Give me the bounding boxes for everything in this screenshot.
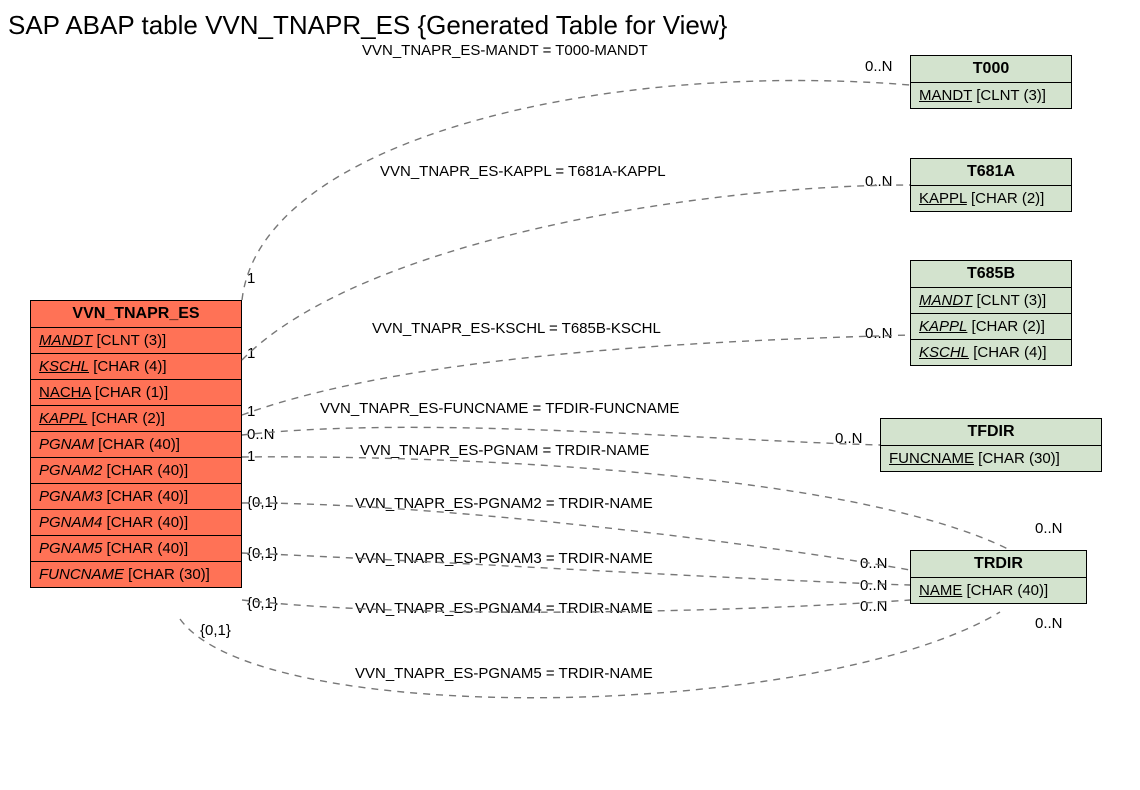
- entity-t685b: T685B MANDT [CLNT (3)]KAPPL [CHAR (2)]KS…: [910, 260, 1072, 366]
- entity-field: KAPPL [CHAR (2)]: [911, 314, 1071, 340]
- cardinality: {0,1}: [247, 494, 278, 511]
- entity-field: PGNAM4 [CHAR (40)]: [31, 510, 241, 536]
- cardinality: {0,1}: [247, 545, 278, 562]
- rel-label: VVN_TNAPR_ES-PGNAM2 = TRDIR-NAME: [355, 495, 653, 512]
- entity-tfdir: TFDIR FUNCNAME [CHAR (30)]: [880, 418, 1102, 472]
- entity-field: NACHA [CHAR (1)]: [31, 380, 241, 406]
- entity-t681a: T681A KAPPL [CHAR (2)]: [910, 158, 1072, 212]
- rel-label: VVN_TNAPR_ES-KSCHL = T685B-KSCHL: [372, 320, 661, 337]
- cardinality: 0..N: [865, 325, 893, 342]
- entity-field: NAME [CHAR (40)]: [911, 578, 1086, 603]
- entity-field: MANDT [CLNT (3)]: [911, 288, 1071, 314]
- cardinality: {0,1}: [200, 622, 231, 639]
- rel-label: VVN_TNAPR_ES-PGNAM4 = TRDIR-NAME: [355, 600, 653, 617]
- entity-field: FUNCNAME [CHAR (30)]: [31, 562, 241, 587]
- entity-field: FUNCNAME [CHAR (30)]: [881, 446, 1101, 471]
- entity-field: MANDT [CLNT (3)]: [911, 83, 1071, 108]
- entity-field: KAPPL [CHAR (2)]: [31, 406, 241, 432]
- cardinality: 1: [247, 345, 255, 362]
- entity-field: PGNAM3 [CHAR (40)]: [31, 484, 241, 510]
- page-title: SAP ABAP table VVN_TNAPR_ES {Generated T…: [8, 10, 727, 41]
- cardinality: 0..N: [1035, 520, 1063, 537]
- cardinality: 1: [247, 403, 255, 420]
- rel-label: VVN_TNAPR_ES-KAPPL = T681A-KAPPL: [380, 163, 666, 180]
- entity-field: PGNAM [CHAR (40)]: [31, 432, 241, 458]
- entity-field: KSCHL [CHAR (4)]: [31, 354, 241, 380]
- entity-field: KSCHL [CHAR (4)]: [911, 340, 1071, 365]
- rel-label: VVN_TNAPR_ES-FUNCNAME = TFDIR-FUNCNAME: [320, 400, 679, 417]
- entity-field: MANDT [CLNT (3)]: [31, 328, 241, 354]
- entity-trdir: TRDIR NAME [CHAR (40)]: [910, 550, 1087, 604]
- rel-label: VVN_TNAPR_ES-MANDT = T000-MANDT: [362, 42, 648, 59]
- cardinality: 0..N: [1035, 615, 1063, 632]
- cardinality: 0..N: [865, 173, 893, 190]
- cardinality: {0,1}: [247, 595, 278, 612]
- cardinality: 0..N: [860, 555, 888, 572]
- cardinality: 0..N: [860, 598, 888, 615]
- rel-label: VVN_TNAPR_ES-PGNAM5 = TRDIR-NAME: [355, 665, 653, 682]
- entity-field: KAPPL [CHAR (2)]: [911, 186, 1071, 211]
- entity-header: T685B: [911, 261, 1071, 288]
- entity-field: PGNAM5 [CHAR (40)]: [31, 536, 241, 562]
- entity-header: T681A: [911, 159, 1071, 186]
- cardinality: 1: [247, 270, 255, 287]
- rel-label: VVN_TNAPR_ES-PGNAM3 = TRDIR-NAME: [355, 550, 653, 567]
- cardinality: 0..N: [247, 426, 275, 443]
- entity-header: T000: [911, 56, 1071, 83]
- cardinality: 1: [247, 448, 255, 465]
- cardinality: 0..N: [860, 577, 888, 594]
- entity-header: VVN_TNAPR_ES: [31, 301, 241, 328]
- cardinality: 0..N: [835, 430, 863, 447]
- entity-t000: T000 MANDT [CLNT (3)]: [910, 55, 1072, 109]
- cardinality: 0..N: [865, 58, 893, 75]
- entity-header: TRDIR: [911, 551, 1086, 578]
- rel-label: VVN_TNAPR_ES-PGNAM = TRDIR-NAME: [360, 442, 649, 459]
- entity-field: PGNAM2 [CHAR (40)]: [31, 458, 241, 484]
- entity-header: TFDIR: [881, 419, 1101, 446]
- entity-vvn-tnapr-es: VVN_TNAPR_ES MANDT [CLNT (3)]KSCHL [CHAR…: [30, 300, 242, 588]
